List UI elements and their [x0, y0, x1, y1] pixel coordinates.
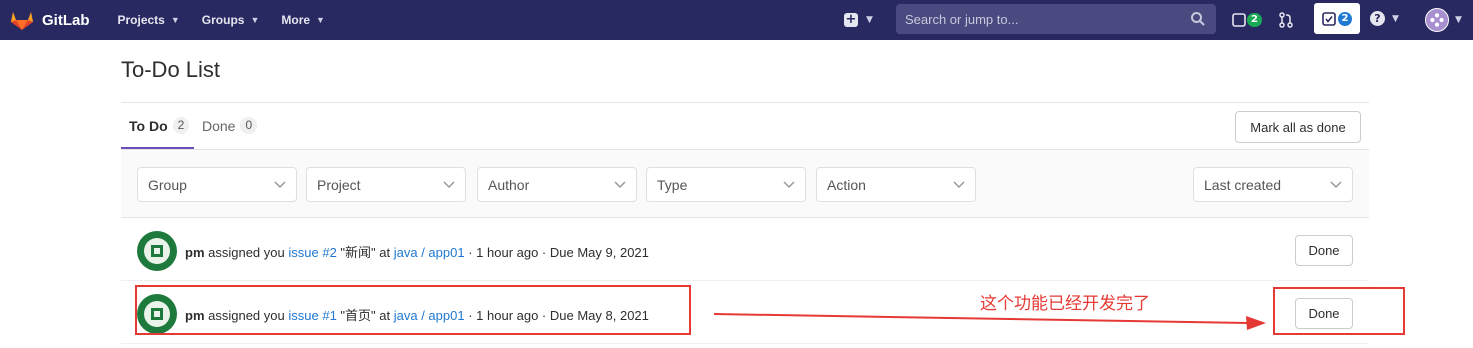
annotation-arrow-icon	[713, 313, 1266, 330]
